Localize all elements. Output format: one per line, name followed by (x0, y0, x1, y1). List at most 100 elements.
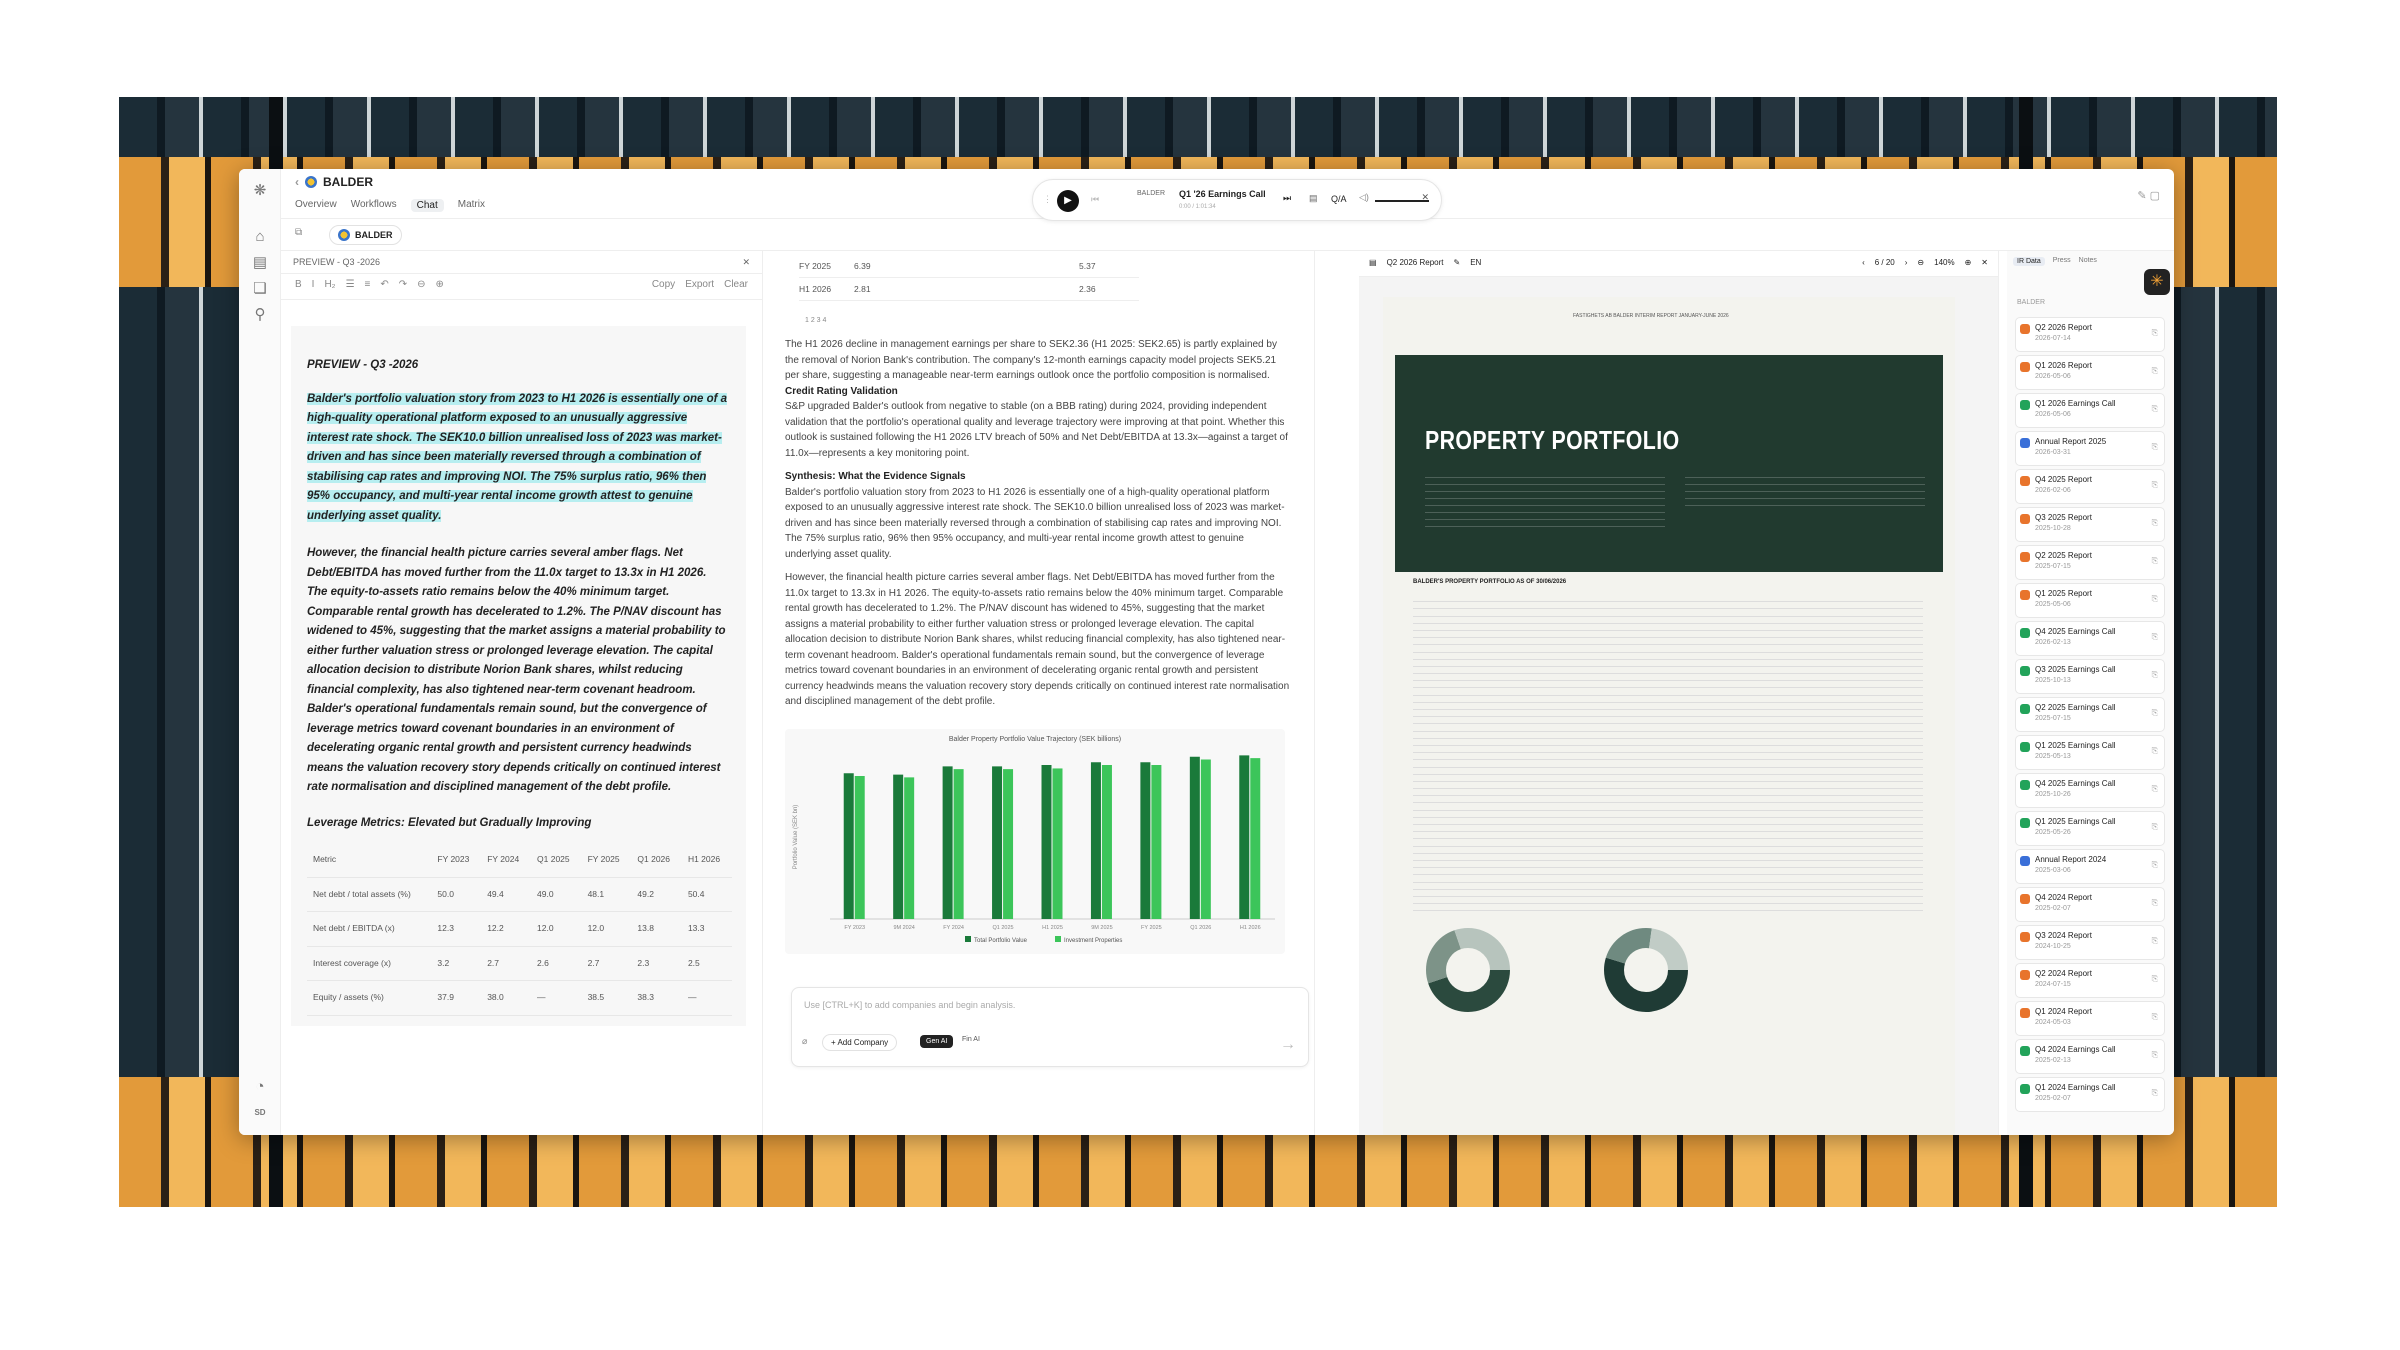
close-icon[interactable]: ✕ (1981, 258, 1988, 269)
attachment-icon[interactable]: ⎘ (2152, 936, 2158, 946)
ir-document-item[interactable]: Q1 2024 Report 2024-05-03 ⎘ (2015, 1001, 2165, 1036)
back-icon[interactable]: ‹ (295, 175, 299, 189)
close-icon[interactable]: ✕ (1421, 192, 1429, 203)
user-avatar[interactable]: SD (250, 1103, 270, 1123)
rewind-icon[interactable]: ⏮ (1091, 194, 1099, 205)
tab-chat[interactable]: Chat (410, 199, 444, 212)
italic-icon[interactable]: I (312, 279, 315, 294)
bar (1200, 759, 1211, 919)
ir-document-item[interactable]: Q2 2026 Report 2026-07-14 ⎘ (2015, 317, 2165, 352)
bold-icon[interactable]: B (295, 279, 302, 294)
copy-button[interactable]: Copy (652, 279, 675, 294)
document-type-icon (2020, 400, 2030, 410)
ir-item-title: Q1 2024 Report (2035, 1007, 2092, 1016)
pin-icon[interactable]: ⚲ (250, 305, 270, 325)
attachment-icon[interactable]: ⎘ (2152, 480, 2158, 490)
history-icon[interactable]: ◔ (250, 1077, 270, 1097)
attachment-icon[interactable]: ⎘ (2152, 860, 2158, 870)
ir-document-item[interactable]: Q4 2024 Earnings Call 2025-02-13 ⎘ (2015, 1039, 2165, 1074)
zoom-in-icon[interactable]: ⊕ (1965, 258, 1972, 269)
attachment-icon[interactable]: ⎘ (2152, 632, 2158, 642)
export-button[interactable]: Export (685, 279, 714, 294)
ir-document-item[interactable]: Q4 2024 Report 2025-02-07 ⎘ (2015, 887, 2165, 922)
ir-document-item[interactable]: Q2 2025 Earnings Call 2025-07-15 ⎘ (2015, 697, 2165, 732)
attach-icon[interactable]: ⌀ (802, 1036, 807, 1047)
tab-notes[interactable]: Notes (2079, 257, 2097, 266)
home-icon[interactable]: ⌂ (250, 227, 270, 247)
ir-document-item[interactable]: Q4 2025 Report 2026-02-06 ⎘ (2015, 469, 2165, 504)
ir-document-item[interactable]: Q4 2025 Earnings Call 2025-10-26 ⎘ (2015, 773, 2165, 808)
prev-page-icon[interactable]: ‹ (1862, 258, 1865, 269)
attachment-icon[interactable]: ⎘ (2152, 670, 2158, 680)
attachment-icon[interactable]: ⎘ (2152, 898, 2158, 908)
ir-document-item[interactable]: Q2 2024 Report 2024-07-15 ⎘ (2015, 963, 2165, 998)
ir-document-item[interactable]: Q2 2025 Report 2025-07-15 ⎘ (2015, 545, 2165, 580)
forward-icon[interactable]: ⏭ (1283, 193, 1291, 204)
zoom-in-icon[interactable]: ⊕ (436, 279, 444, 294)
clear-button[interactable]: Clear (724, 279, 748, 294)
attachment-icon[interactable]: ⎘ (2152, 594, 2158, 604)
left-rail: ❋ ⌂ ▤ ❏ ⚲ ◔ SD (239, 169, 281, 1135)
attachment-icon[interactable]: ⎘ (2152, 1012, 2158, 1022)
copy-icon[interactable]: ⧉ (295, 227, 302, 238)
tab-workflows[interactable]: Workflows (351, 199, 397, 212)
ir-document-item[interactable]: Annual Report 2024 2025-03-06 ⎘ (2015, 849, 2165, 884)
chat-input[interactable]: Use [CTRL+K] to add companies and begin … (804, 1000, 1015, 1010)
edit-icon[interactable]: ✎ (1454, 258, 1461, 269)
transcript-icon[interactable]: ▤ (1309, 193, 1318, 204)
ir-document-item[interactable]: Q1 2024 Earnings Call 2025-02-07 ⎘ (2015, 1077, 2165, 1112)
documents-icon[interactable]: ❏ (250, 279, 270, 299)
attachment-icon[interactable]: ⎘ (2152, 518, 2158, 528)
ir-document-item[interactable]: Q3 2024 Report 2024-10-25 ⎘ (2015, 925, 2165, 960)
tab-overview[interactable]: Overview (295, 199, 337, 212)
attachment-icon[interactable]: ⎘ (2152, 708, 2158, 718)
add-company-button[interactable]: + Add Company (822, 1034, 898, 1051)
tab-press[interactable]: Press (2053, 257, 2071, 266)
bullet-list-icon[interactable]: ☰ (346, 279, 355, 294)
app-logo-icon[interactable]: ❋ (250, 181, 270, 201)
volume-icon[interactable]: ◁) (1359, 192, 1369, 203)
attachment-icon[interactable]: ⎘ (2152, 442, 2158, 452)
gen-ai-toggle[interactable]: Gen AI (920, 1035, 954, 1048)
ir-document-item[interactable]: Q3 2025 Earnings Call 2025-10-13 ⎘ (2015, 659, 2165, 694)
attachment-icon[interactable]: ⎘ (2152, 1088, 2158, 1098)
heading-icon[interactable]: H₂ (324, 279, 335, 294)
ir-document-item[interactable]: Q1 2026 Earnings Call 2026-05-06 ⎘ (2015, 393, 2165, 428)
close-icon[interactable]: ✕ (742, 257, 750, 268)
tab-ir-data[interactable]: IR Data (2013, 257, 2045, 266)
attachment-icon[interactable]: ⎘ (2152, 404, 2158, 414)
company-chip[interactable]: BALDER (329, 225, 402, 245)
ir-document-item[interactable]: Q1 2025 Earnings Call 2025-05-13 ⎘ (2015, 735, 2165, 770)
numbered-list-icon[interactable]: ≡ (365, 279, 371, 294)
zoom-out-icon[interactable]: ⊖ (417, 279, 425, 294)
qa-button[interactable]: Q/A (1331, 194, 1347, 204)
zoom-out-icon[interactable]: ⊖ (1917, 258, 1924, 269)
send-icon[interactable]: → (1280, 1036, 1296, 1054)
ir-document-item[interactable]: Q1 2026 Report 2026-05-06 ⎘ (2015, 355, 2165, 390)
attachment-icon[interactable]: ⎘ (2152, 1050, 2158, 1060)
pagination[interactable]: 1 2 3 4 (805, 317, 826, 324)
edit-icon[interactable]: ✎ ▢ (2137, 189, 2160, 202)
next-page-icon[interactable]: › (1905, 258, 1908, 269)
spark-icon[interactable]: ✳ (2144, 269, 2170, 295)
ir-document-item[interactable]: Annual Report 2025 2026-03-31 ⎘ (2015, 431, 2165, 466)
attachment-icon[interactable]: ⎘ (2152, 328, 2158, 338)
attachment-icon[interactable]: ⎘ (2152, 366, 2158, 376)
attachment-icon[interactable]: ⎘ (2152, 822, 2158, 832)
briefcase-icon[interactable]: ▤ (250, 253, 270, 273)
fin-ai-toggle[interactable]: Fin AI (962, 1036, 980, 1043)
attachment-icon[interactable]: ⎘ (2152, 746, 2158, 756)
attachment-icon[interactable]: ⎘ (2152, 556, 2158, 566)
attachment-icon[interactable]: ⎘ (2152, 784, 2158, 794)
play-button[interactable]: ▶ (1057, 190, 1079, 212)
ir-document-item[interactable]: Q4 2025 Earnings Call 2026-02-13 ⎘ (2015, 621, 2165, 656)
language-toggle[interactable]: EN (1470, 258, 1481, 269)
ir-document-item[interactable]: Q1 2025 Earnings Call 2025-05-26 ⎘ (2015, 811, 2165, 846)
tab-matrix[interactable]: Matrix (458, 199, 485, 212)
undo-icon[interactable]: ↶ (380, 279, 388, 294)
drag-handle-icon[interactable]: ⋮ (1043, 194, 1052, 205)
attachment-icon[interactable]: ⎘ (2152, 974, 2158, 984)
ir-document-item[interactable]: Q3 2025 Report 2025-10-28 ⎘ (2015, 507, 2165, 542)
ir-document-item[interactable]: Q1 2025 Report 2025-05-06 ⎘ (2015, 583, 2165, 618)
redo-icon[interactable]: ↷ (399, 279, 407, 294)
